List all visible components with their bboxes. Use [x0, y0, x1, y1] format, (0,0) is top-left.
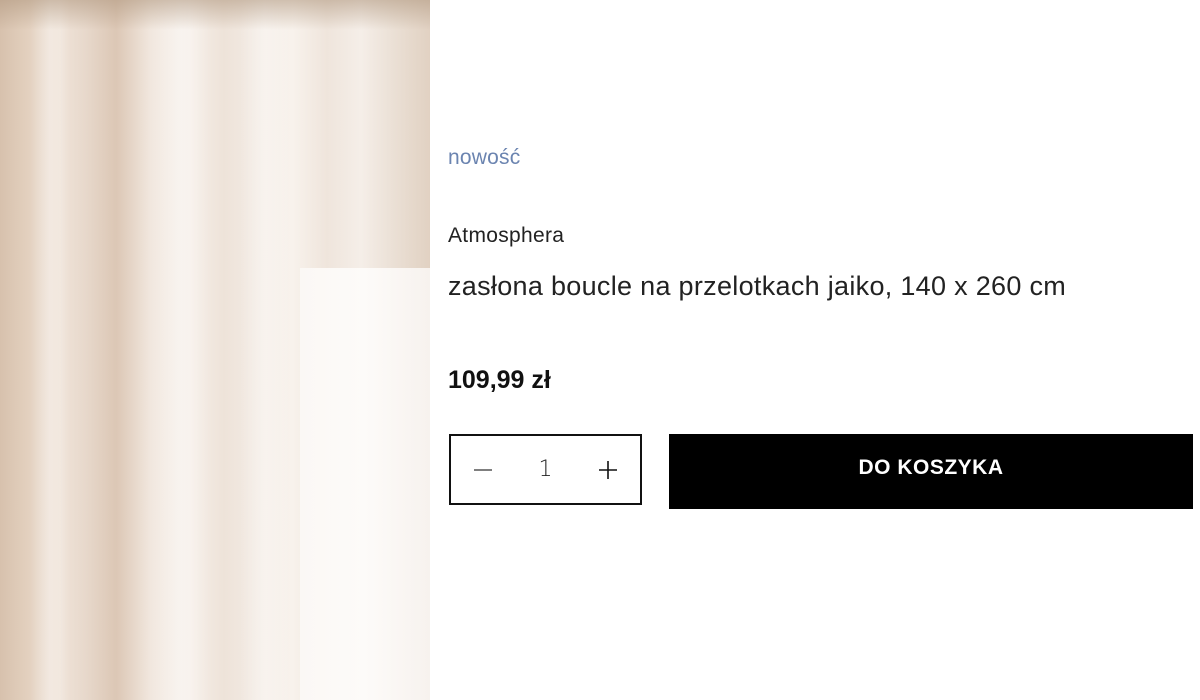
- product-page: nowość Atmosphera zasłona boucle na prze…: [0, 0, 1200, 700]
- curtain-fold: [150, 0, 210, 700]
- product-price: 109,99 zł: [448, 366, 551, 394]
- brand-name[interactable]: Atmosphera: [448, 224, 564, 248]
- curtain-panel: [300, 268, 430, 700]
- curtain-top-shade: [0, 0, 430, 30]
- quantity-stepper: 1: [449, 434, 642, 505]
- increment-button[interactable]: [576, 436, 640, 503]
- add-to-cart-button[interactable]: DO KOSZYKA: [669, 434, 1193, 509]
- decrement-button[interactable]: [451, 436, 515, 503]
- product-image[interactable]: [0, 0, 430, 700]
- new-badge: nowość: [448, 146, 521, 169]
- plus-icon: [599, 460, 617, 479]
- minus-icon: [474, 468, 492, 471]
- quantity-value[interactable]: 1: [515, 457, 576, 482]
- curtain-fold: [30, 0, 70, 700]
- curtain-fold: [240, 0, 290, 700]
- product-title: zasłona boucle na przelotkach jaiko, 140…: [448, 271, 1067, 301]
